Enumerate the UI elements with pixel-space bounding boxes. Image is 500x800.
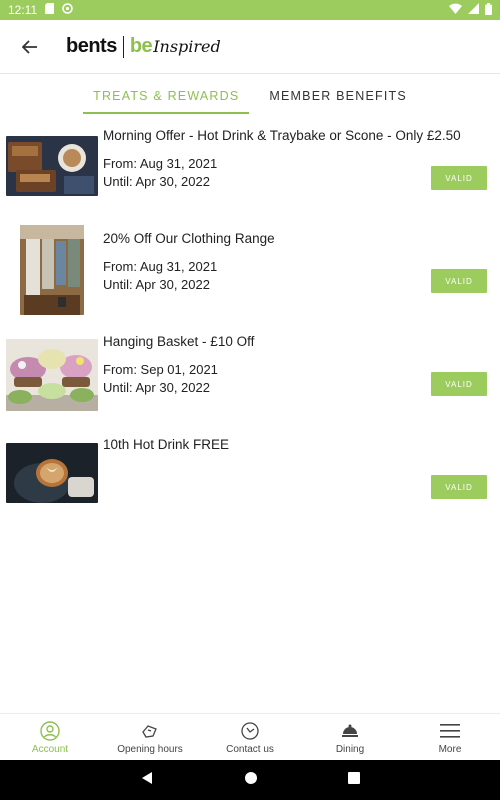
wifi-icon [449,3,462,17]
back-button[interactable] [12,29,48,65]
valid-button[interactable]: VALID [431,166,487,190]
system-back-icon[interactable] [140,771,154,790]
dining-icon [339,720,361,742]
logo-bents: bents [66,35,117,57]
back-arrow-icon [22,39,37,54]
logo-divider [122,35,124,58]
offers-list: Morning Offer - Hot Drink & Traybake or … [0,122,500,534]
nav-opening-hours[interactable]: Opening hours [100,714,200,760]
system-navigation-bar [0,760,500,800]
nav-label: Contact us [226,744,274,755]
offer-title: 10th Hot Drink FREE [103,437,230,452]
offer-title: 20% Off Our Clothing Range [103,231,275,246]
nav-label: Dining [335,744,365,755]
account-icon [39,720,61,742]
offer-image-latte [6,443,98,503]
offer-from-date: From: Aug 31, 2021 [103,259,218,274]
offer-item[interactable]: Hanging Basket - £10 Off From: Sep 01, 2… [0,328,500,431]
offer-title: Morning Offer - Hot Drink & Traybake or … [103,128,461,143]
system-home-icon[interactable] [244,771,258,790]
offer-image-cake-coffee [6,136,98,196]
signal-icon [468,3,479,17]
offer-title: Hanging Basket - £10 Off [103,334,255,349]
nav-label: More [438,744,462,755]
tab-bar: TREATS & REWARDS MEMBER BENEFITS [0,78,500,114]
offer-image-clothing [20,225,84,315]
logo-be: be [129,35,153,57]
status-time: 12:11 [8,3,38,17]
nav-more[interactable]: More [400,714,500,760]
nav-account[interactable]: Account [0,714,100,760]
sync-icon [62,3,73,17]
tab-treats-rewards[interactable]: TREATS & REWARDS [83,78,250,114]
status-bar: 12:11 [0,0,500,20]
nav-dining[interactable]: Dining [300,714,400,760]
offer-from-date: From: Sep 01, 2021 [103,362,218,377]
system-recents-icon[interactable] [348,771,360,789]
sd-card-icon [45,3,55,17]
offer-until-date: Until: Apr 30, 2022 [103,380,210,395]
offer-until-date: Until: Apr 30, 2022 [103,174,210,189]
nav-contact-us[interactable]: Contact us [200,714,300,760]
offer-from-date: From: Aug 31, 2021 [103,156,218,171]
battery-icon [485,2,492,18]
opening-hours-icon [139,720,161,742]
offer-item[interactable]: 10th Hot Drink FREE VALID [0,431,500,534]
valid-button[interactable]: VALID [431,372,487,396]
offer-until-date: Until: Apr 30, 2022 [103,277,210,292]
app-bar: bents be Inspired [0,20,500,74]
nav-label: Opening hours [117,744,183,755]
tab-member-benefits[interactable]: MEMBER BENEFITS [259,78,416,114]
contact-icon [239,720,261,742]
bottom-navigation: Account Opening hours Contact us Dining … [0,713,500,760]
offer-image-hanging-baskets [6,339,98,411]
nav-label: Account [31,744,69,755]
offer-item[interactable]: Morning Offer - Hot Drink & Traybake or … [0,122,500,225]
offer-item[interactable]: 20% Off Our Clothing Range From: Aug 31,… [0,225,500,328]
brand-logo: bents be Inspired [66,35,221,58]
valid-button[interactable]: VALID [431,475,487,499]
valid-button[interactable]: VALID [431,269,487,293]
logo-inspired: Inspired [153,37,221,56]
menu-icon [439,720,461,742]
